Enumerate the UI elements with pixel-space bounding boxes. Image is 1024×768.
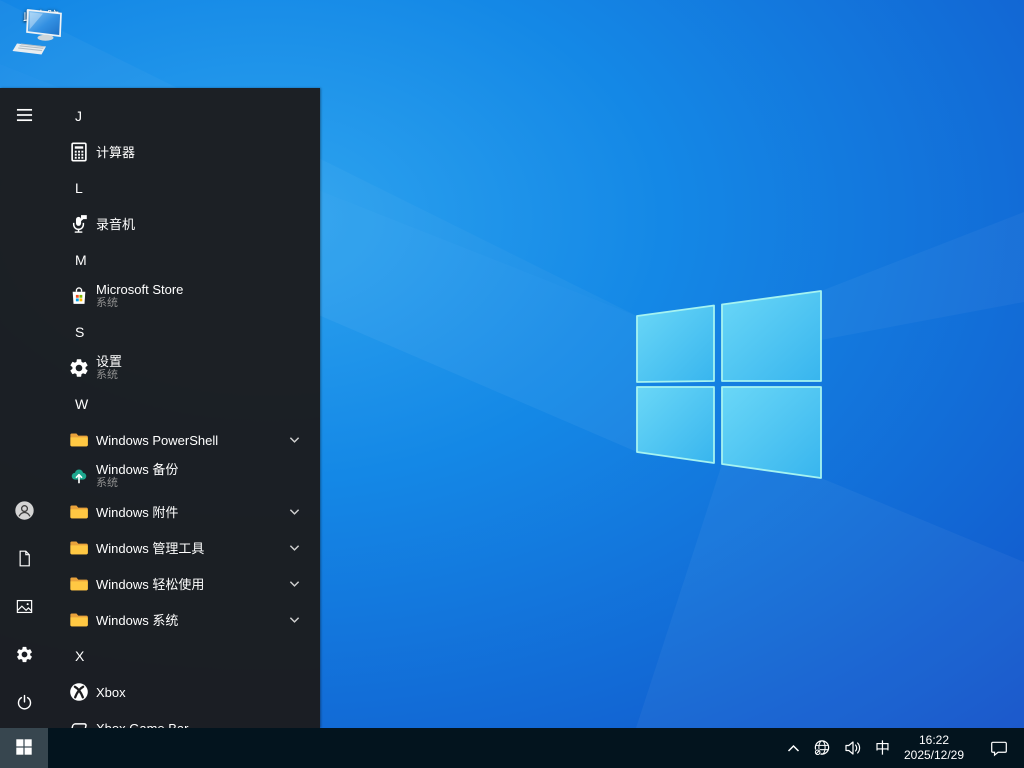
system-tray: 中 16:22 2025/12/29 (785, 733, 1024, 763)
app-list-section-header-M[interactable]: M (48, 242, 320, 278)
start-button[interactable] (0, 728, 48, 768)
ime-indicator[interactable]: 中 (873, 739, 892, 758)
app-list-section-header-W[interactable]: W (48, 386, 320, 422)
app-list-item[interactable]: Windows PowerShell (48, 422, 320, 458)
app-list-item[interactable]: Xbox (48, 674, 320, 710)
app-label: Microsoft Store (96, 282, 184, 297)
app-list-item[interactable]: 设置 系统 (48, 350, 320, 386)
app-label: 计算器 (96, 144, 136, 160)
app-label: 录音机 (96, 216, 136, 232)
xbox-icon (68, 681, 90, 703)
rail-power-button[interactable] (0, 680, 48, 728)
app-list-item[interactable]: Microsoft Store 系统 (48, 278, 320, 314)
documents-icon (15, 549, 34, 571)
start-menu-rail (0, 88, 48, 728)
settings-icon (15, 645, 34, 667)
chevron-down-icon[interactable] (289, 616, 300, 624)
user-icon (14, 500, 35, 524)
chevron-down-icon[interactable] (289, 508, 300, 516)
volume-icon[interactable] (842, 737, 864, 759)
rail-menu-button[interactable] (0, 92, 48, 140)
screen: 此电脑 J计算器L录音机MMicrosoft Store系统S设置系统WWind… (0, 0, 1024, 768)
windows-backup-icon (68, 465, 90, 487)
calculator-icon (68, 141, 90, 163)
app-list-item[interactable]: Windows 系统 (48, 602, 320, 638)
app-label: Windows PowerShell (96, 432, 219, 448)
app-label: Windows 系统 (96, 612, 179, 628)
rail-settings-button[interactable] (0, 632, 48, 680)
clock-date: 2025/12/29 (903, 748, 965, 762)
app-list-item[interactable]: Windows 附件 (48, 494, 320, 530)
rail-user-button[interactable] (0, 488, 48, 536)
app-label: 设置 (96, 354, 123, 369)
folder-icon (68, 429, 90, 451)
clock-time: 16:22 (918, 733, 950, 747)
app-list-section-header-X[interactable]: X (48, 638, 320, 674)
chevron-down-icon[interactable] (289, 436, 300, 444)
voice-recorder-icon (68, 213, 90, 235)
microsoft-store-icon (68, 285, 90, 307)
app-label: Xbox (96, 684, 126, 700)
windows-logo-icon (16, 738, 32, 758)
start-menu-app-list: J 计算器 L 录音机 M Microsoft Store 系统 S 设置 系统 W Windows … (48, 88, 320, 728)
app-list-item[interactable]: Windows 轻松使用 (48, 566, 320, 602)
menu-icon (16, 108, 33, 125)
xbox-game-bar-icon (68, 717, 90, 728)
app-sublabel: 系统 (96, 297, 118, 309)
app-label: Windows 备份 (96, 462, 179, 477)
folder-icon (68, 537, 90, 559)
settings-icon (68, 357, 90, 379)
app-sublabel: 系统 (96, 369, 118, 381)
app-label: Windows 管理工具 (96, 540, 205, 556)
tray-chevron-up-icon[interactable] (785, 742, 802, 755)
power-icon (15, 693, 34, 715)
app-label: Xbox Game Bar (96, 720, 189, 729)
app-list-item[interactable]: 计算器 (48, 134, 320, 170)
taskbar: 中 16:22 2025/12/29 (0, 728, 1024, 768)
folder-icon (68, 573, 90, 595)
start-menu: J 计算器 L 录音机 M Microsoft Store 系统 S 设置 系统 W Windows … (0, 88, 320, 728)
rail-documents-button[interactable] (0, 536, 48, 584)
app-list-section-header-S[interactable]: S (48, 314, 320, 350)
folder-icon (68, 501, 90, 523)
app-sublabel: 系统 (96, 477, 118, 489)
folder-icon (68, 609, 90, 631)
app-list-item[interactable]: Windows 备份 系统 (48, 458, 320, 494)
pictures-icon (15, 597, 34, 619)
app-label: Windows 附件 (96, 504, 179, 520)
app-label: Windows 轻松使用 (96, 576, 205, 592)
action-center-icon[interactable] (988, 737, 1010, 759)
desktop-icon-this-pc[interactable]: 此电脑 (8, 6, 74, 55)
chevron-down-icon[interactable] (289, 544, 300, 552)
chevron-down-icon[interactable] (289, 580, 300, 588)
app-list-item[interactable]: 录音机 (48, 206, 320, 242)
this-pc-icon (12, 9, 62, 55)
app-list-item[interactable]: Xbox Game Bar (48, 710, 320, 728)
app-list-section-header-L[interactable]: L (48, 170, 320, 206)
app-list-section-header-J[interactable]: J (48, 98, 320, 134)
app-list-item[interactable]: Windows 管理工具 (48, 530, 320, 566)
taskbar-clock[interactable]: 16:22 2025/12/29 (901, 733, 967, 763)
rail-pictures-button[interactable] (0, 584, 48, 632)
network-globe-icon[interactable] (811, 737, 833, 759)
